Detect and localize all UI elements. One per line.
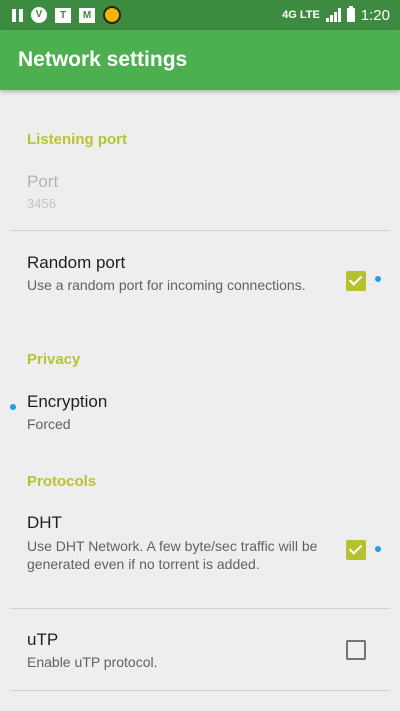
section-header-privacy: Privacy — [27, 351, 81, 368]
section-header-protocols: Protocols — [27, 473, 97, 490]
dht-title: DHT — [27, 513, 62, 532]
mail-icon: M — [79, 7, 95, 23]
app-bar: Network settings — [0, 30, 400, 90]
indicator-dot — [10, 404, 16, 410]
dht-preference[interactable]: DHT Use DHT Network. A few byte/sec traf… — [0, 503, 400, 608]
dht-summary: Use DHT Network. A few byte/sec traffic … — [27, 538, 318, 572]
flame-icon — [103, 6, 121, 24]
network-type-icon: 4G LTE — [282, 9, 320, 21]
divider — [10, 230, 390, 231]
random-port-checkbox[interactable] — [346, 271, 366, 291]
utp-title: uTP — [27, 630, 59, 649]
port-preference: Port 3456 — [0, 160, 400, 230]
clock: 1:20 — [360, 6, 390, 24]
port-value: 3456 — [27, 196, 56, 211]
utp-checkbox[interactable] — [346, 640, 366, 660]
indicator-dot — [375, 546, 381, 552]
utp-preference[interactable]: uTP Enable uTP protocol. — [0, 618, 400, 688]
random-port-title: Random port — [27, 253, 126, 272]
signal-icon — [325, 8, 341, 22]
section-header-listening-port: Listening port — [27, 131, 127, 148]
divider — [10, 690, 390, 691]
utp-summary: Enable uTP protocol. — [27, 654, 158, 670]
encryption-preference[interactable]: Encryption Forced — [0, 380, 400, 450]
battery-icon — [346, 6, 355, 22]
tt-icon: T — [55, 7, 71, 23]
encryption-title: Encryption — [27, 392, 108, 411]
status-bar: V T M 4G LTE 1:20 — [0, 0, 400, 30]
port-title: Port — [27, 172, 59, 191]
pause-icon — [12, 8, 23, 22]
dht-checkbox[interactable] — [346, 540, 366, 560]
random-port-summary: Use a random port for incoming connectio… — [27, 277, 306, 293]
random-port-preference[interactable]: Random port Use a random port for incomi… — [0, 240, 400, 320]
shield-icon: V — [31, 7, 47, 23]
page-title: Network settings — [18, 48, 188, 71]
indicator-dot — [375, 276, 381, 282]
divider — [10, 608, 390, 609]
encryption-value: Forced — [27, 416, 71, 432]
